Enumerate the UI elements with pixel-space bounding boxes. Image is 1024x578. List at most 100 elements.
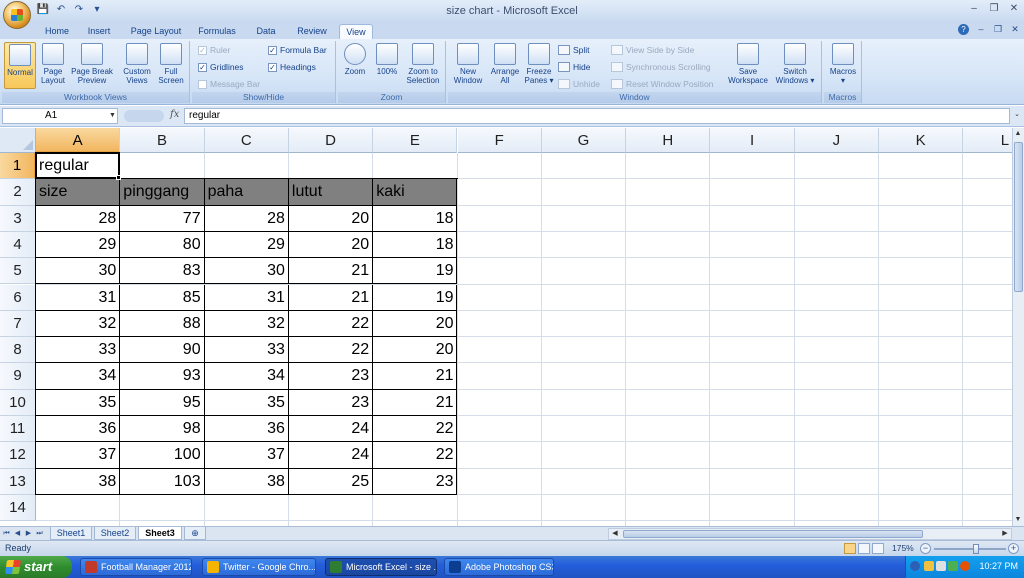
cell[interactable]: 20 — [288, 205, 374, 232]
cell[interactable]: 20 — [373, 337, 458, 364]
last-sheet-icon[interactable]: ⏭ — [35, 528, 44, 539]
first-sheet-icon[interactable]: ⏮ — [2, 528, 11, 539]
cell[interactable]: 18 — [373, 231, 458, 259]
cell[interactable]: 31 — [204, 284, 289, 311]
column-header[interactable]: G — [541, 128, 627, 153]
vertical-scrollbar[interactable]: ▲ ▼ — [1012, 128, 1024, 526]
cell[interactable]: size — [36, 179, 121, 206]
cell[interactable]: 38 — [36, 468, 121, 495]
row-header[interactable]: 8 — [0, 337, 36, 364]
macros-button[interactable]: Macros ▾ — [826, 42, 860, 85]
help-icon[interactable]: ? — [958, 24, 969, 35]
start-button[interactable]: start — [0, 556, 72, 578]
restore-icon[interactable]: ❐ — [988, 3, 1000, 15]
formula-bar-handle[interactable] — [124, 110, 164, 122]
scroll-up-icon[interactable]: ▲ — [1013, 129, 1023, 139]
zoom-slider-thumb[interactable] — [973, 544, 979, 554]
zoom-level[interactable]: 175% — [892, 543, 914, 553]
taskbar-item-football-manager[interactable]: Football Manager 2012 — [80, 558, 192, 576]
cell[interactable]: 19 — [373, 258, 458, 285]
cell[interactable]: 28 — [36, 205, 121, 232]
cell[interactable]: 22 — [373, 416, 458, 443]
cell[interactable]: 88 — [120, 310, 205, 338]
column-header[interactable]: L — [963, 128, 1012, 153]
zoom-out-icon[interactable]: − — [920, 543, 931, 554]
cell[interactable]: 98 — [120, 416, 205, 443]
row-header[interactable]: 3 — [0, 205, 36, 232]
minimize-workbook-icon[interactable]: – — [976, 24, 986, 34]
close-icon[interactable]: ✕ — [1008, 3, 1020, 15]
cell[interactable]: paha — [204, 179, 289, 206]
cell[interactable]: 18 — [373, 205, 458, 232]
insert-function-icon[interactable]: fx — [170, 109, 179, 120]
name-box-dropdown-icon[interactable]: ▼ — [109, 112, 116, 119]
reset-window-position-button[interactable]: Reset Window Position — [611, 79, 713, 89]
hide-button[interactable]: Hide — [558, 62, 590, 72]
cell[interactable]: 38 — [204, 468, 289, 495]
column-header[interactable]: A — [36, 128, 121, 153]
cell[interactable]: 22 — [373, 442, 458, 469]
cell[interactable]: 36 — [36, 416, 121, 443]
arrange-all-button[interactable]: Arrange All — [488, 42, 522, 85]
column-header[interactable]: D — [288, 128, 374, 153]
page-break-view-icon[interactable] — [872, 543, 884, 554]
row-header[interactable]: 6 — [0, 284, 36, 311]
row-header[interactable]: 14 — [0, 494, 36, 522]
office-button[interactable] — [3, 1, 31, 29]
sheet-tab-sheet1[interactable]: Sheet1 — [50, 527, 92, 540]
cell[interactable]: 30 — [36, 258, 121, 285]
horizontal-scroll-thumb[interactable] — [623, 530, 923, 538]
row-header[interactable]: 5 — [0, 258, 36, 285]
tab-view[interactable]: View — [339, 24, 373, 39]
cell[interactable]: 32 — [36, 310, 121, 338]
formula-bar-checkbox[interactable]: ✓ Formula Bar — [268, 45, 327, 55]
tab-review[interactable]: Review — [292, 24, 332, 39]
column-header[interactable]: F — [457, 128, 542, 153]
custom-views-button[interactable]: Custom Views — [120, 42, 154, 85]
tray-app-icon[interactable] — [960, 561, 970, 571]
row-header[interactable]: 7 — [0, 310, 36, 338]
tab-insert[interactable]: Insert — [82, 24, 116, 39]
row-header[interactable]: 13 — [0, 468, 36, 495]
full-screen-button[interactable]: Full Screen — [156, 42, 186, 85]
cell[interactable]: 85 — [120, 284, 205, 311]
row-header[interactable]: 1 — [0, 153, 36, 180]
vertical-scroll-thumb[interactable] — [1014, 142, 1023, 292]
row-header[interactable]: 11 — [0, 416, 36, 443]
message-bar-checkbox[interactable]: Message Bar — [198, 79, 260, 89]
cell[interactable]: 93 — [120, 363, 205, 390]
cell[interactable]: 30 — [204, 258, 289, 285]
tab-formulas[interactable]: Formulas — [195, 24, 239, 39]
scroll-down-icon[interactable]: ▼ — [1013, 515, 1023, 525]
tray-network-icon[interactable] — [924, 561, 934, 571]
tab-data[interactable]: Data — [250, 24, 282, 39]
cell[interactable]: 90 — [120, 337, 205, 364]
insert-sheet-icon[interactable]: ⊕ — [184, 527, 206, 540]
restore-workbook-icon[interactable]: ❐ — [993, 24, 1003, 34]
taskbar-item-photoshop[interactable]: Adobe Photoshop CS3 — [444, 558, 554, 576]
zoom-slider-track[interactable] — [934, 548, 1006, 550]
cell[interactable]: 35 — [204, 389, 289, 416]
cell[interactable]: 33 — [204, 337, 289, 364]
ruler-checkbox[interactable]: ✓ Ruler — [198, 45, 230, 55]
sheet-tab-sheet3[interactable]: Sheet3 — [138, 527, 182, 540]
column-header[interactable]: C — [204, 128, 289, 153]
cell[interactable]: 19 — [373, 284, 458, 311]
cell[interactable]: 21 — [373, 363, 458, 390]
sheet-tab-sheet2[interactable]: Sheet2 — [94, 527, 136, 540]
zoom-in-icon[interactable]: + — [1008, 543, 1019, 554]
cell[interactable]: pinggang — [120, 179, 205, 206]
column-header[interactable]: J — [794, 128, 879, 153]
cell[interactable]: 34 — [36, 363, 121, 390]
row-header[interactable]: 4 — [0, 231, 36, 259]
cell[interactable]: 28 — [204, 205, 289, 232]
cell[interactable]: 24 — [288, 416, 374, 443]
cell[interactable]: 24 — [288, 442, 374, 469]
column-header[interactable]: I — [710, 128, 795, 153]
cell[interactable]: 32 — [204, 310, 289, 338]
cell[interactable]: 37 — [36, 442, 121, 469]
new-window-button[interactable]: New Window — [450, 42, 486, 85]
fill-handle[interactable] — [116, 175, 122, 181]
cell[interactable]: 83 — [120, 258, 205, 285]
cell[interactable]: lutut — [288, 179, 374, 206]
